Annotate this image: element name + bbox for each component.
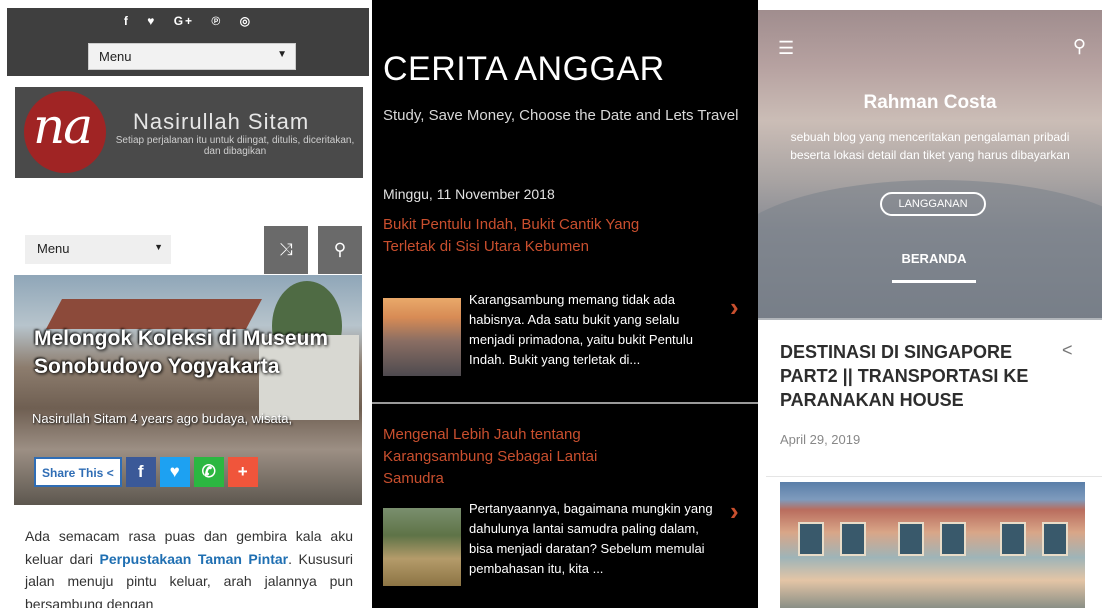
post-excerpt: Karangsambung memang tidak ada habisnya.…: [469, 292, 694, 367]
search-icon: ⚲: [333, 240, 347, 259]
more-share-button[interactable]: +: [227, 457, 258, 487]
social-icons: f ♥ G+ ℗ ◎: [7, 14, 369, 28]
shuffle-icon: ⤨: [279, 240, 293, 259]
share-icon: <: [106, 466, 114, 480]
window: [798, 522, 824, 556]
nav-menu-label: Menu: [37, 241, 70, 256]
featured-post-meta: Nasirullah Sitam 4 years ago budaya, wis…: [32, 411, 293, 426]
share-bar: Share This < f ♥ ✆ +: [34, 457, 258, 487]
blog-tagline: Study, Save Money, Choose the Date and L…: [383, 107, 739, 124]
shuffle-button[interactable]: ⤨: [264, 226, 308, 274]
menu-icon[interactable]: ☰: [778, 38, 794, 59]
post-image[interactable]: [780, 482, 1085, 608]
window: [898, 522, 924, 556]
facebook-icon: f: [137, 462, 144, 481]
top-bar: f ♥ G+ ℗ ◎ Menu ▼: [7, 8, 369, 76]
plus-icon: +: [237, 462, 248, 481]
window: [1042, 522, 1068, 556]
tab-beranda[interactable]: BERANDA: [892, 251, 976, 266]
cerita-anggar-screenshot: CERITA ANGGAR Study, Save Money, Choose …: [372, 0, 758, 608]
share-label-text: Share This: [42, 466, 104, 480]
whatsapp-share-button[interactable]: ✆: [193, 457, 224, 487]
dropdown-caret-icon: ▼: [277, 49, 287, 60]
facebook-icon[interactable]: f: [124, 14, 130, 28]
twitter-icon[interactable]: ♥: [147, 14, 156, 28]
chevron-right-icon[interactable]: ›: [730, 292, 739, 323]
twitter-icon: ♥: [169, 462, 180, 481]
search-icon[interactable]: ⚲: [1073, 36, 1086, 57]
post-thumbnail[interactable]: [383, 298, 461, 376]
blog-title[interactable]: Rahman Costa: [758, 92, 1102, 114]
site-tagline: Setiap perjalanan itu untuk diingat, dit…: [115, 135, 355, 157]
google-plus-icon[interactable]: G+: [174, 14, 194, 28]
nasirullah-blog-screenshot: f ♥ G+ ℗ ◎ Menu ▼ na Nasirullah Sitam Se…: [0, 0, 372, 608]
post-title[interactable]: DESTINASI DI SINGAPORE PART2 || TRANSPOR…: [780, 340, 1050, 412]
divider: [372, 402, 758, 404]
chevron-right-icon[interactable]: ›: [730, 496, 739, 527]
twitter-share-button[interactable]: ♥: [159, 457, 190, 487]
site-name: Nasirullah Sitam: [133, 109, 310, 134]
whatsapp-icon: ✆: [201, 462, 216, 481]
rahman-costa-screenshot: ☰ ⚲ Rahman Costa sebuah blog yang mencer…: [758, 0, 1102, 608]
site-logo[interactable]: na Nasirullah Sitam Setiap perjalanan it…: [15, 87, 363, 178]
logo-mark: na: [33, 97, 93, 155]
post-excerpt: Pertanyaannya, bagaimana mungkin yang da…: [469, 501, 713, 576]
nav-bar: Menu ▼ ⤨ ⚲: [23, 226, 363, 274]
featured-post-title[interactable]: Melongok Koleksi di Museum Sonobudoyo Yo…: [34, 325, 354, 381]
post-date: Minggu, 11 November 2018: [383, 186, 555, 202]
top-menu-label: Menu: [99, 49, 132, 64]
active-tab-indicator: [892, 280, 976, 283]
top-menu-select[interactable]: Menu ▼: [88, 43, 296, 70]
pinterest-icon[interactable]: ℗: [211, 14, 222, 28]
share-icon[interactable]: <: [1062, 340, 1073, 361]
blog-header: ☰ ⚲ Rahman Costa sebuah blog yang mencer…: [758, 10, 1102, 320]
search-button[interactable]: ⚲: [318, 226, 362, 274]
window: [940, 522, 966, 556]
post-date: April 29, 2019: [780, 432, 861, 447]
nav-menu-select[interactable]: Menu ▼: [25, 235, 171, 264]
window: [1000, 522, 1026, 556]
post-title[interactable]: Mengenal Lebih Jauh tentang Karangsambun…: [383, 424, 643, 490]
subscribe-button[interactable]: LANGGANAN: [880, 192, 986, 216]
blog-description: sebuah blog yang menceritakan pengalaman…: [790, 130, 1070, 162]
facebook-share-button[interactable]: f: [125, 457, 156, 487]
article-body: Ada semacam rasa puas dan gembira kala a…: [25, 525, 353, 608]
share-label: Share This <: [34, 457, 122, 487]
featured-post[interactable]: Melongok Koleksi di Museum Sonobudoyo Yo…: [14, 275, 362, 505]
divider: [766, 476, 1102, 477]
window: [840, 522, 866, 556]
article-link[interactable]: Perpustakaan Taman Pintar: [100, 551, 289, 567]
post-thumbnail[interactable]: [383, 508, 461, 586]
instagram-icon[interactable]: ◎: [240, 14, 252, 28]
post-card: DESTINASI DI SINGAPORE PART2 || TRANSPOR…: [766, 322, 1102, 608]
dropdown-caret-icon: ▼: [154, 242, 163, 252]
blog-title[interactable]: CERITA ANGGAR: [383, 50, 665, 89]
post-title[interactable]: Bukit Pentulu Indah, Bukit Cantik Yang T…: [383, 214, 643, 258]
